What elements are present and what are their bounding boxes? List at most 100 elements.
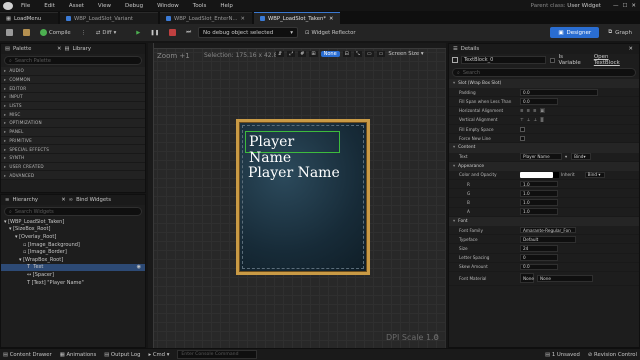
load-slot-widget-preview[interactable]: Player Name Player Name: [236, 119, 370, 275]
console-command-input[interactable]: Enter Console Command: [177, 350, 258, 359]
tree-item[interactable]: ▾ [Overlay_Root]: [1, 233, 145, 241]
tab-loadslot-entername[interactable]: WBP_LoadSlot_EnterN... ✕: [160, 12, 252, 24]
collapse-arrow-icon[interactable]: ▾: [9, 226, 12, 232]
details-title[interactable]: Details: [461, 46, 479, 52]
details-search-input[interactable]: ⌕ Search: [452, 68, 636, 77]
align-left-icon[interactable]: ≡: [520, 108, 524, 113]
tree-item[interactable]: ↔ [Spacer]: [1, 271, 145, 279]
animations-button[interactable]: ▦ Animations: [60, 352, 96, 358]
palette-category[interactable]: LISTS: [1, 101, 145, 111]
text-field[interactable]: Player Name: [520, 153, 562, 160]
widget-name-field[interactable]: TextBlock_0: [460, 56, 547, 64]
color-bind-dropdown[interactable]: Bind ▾: [584, 171, 605, 179]
close-icon[interactable]: ✕: [629, 46, 633, 52]
eye-icon[interactable]: ◉: [137, 264, 141, 270]
zoom-to-fit-icon[interactable]: ⤢: [287, 51, 296, 57]
tab-close-icon[interactable]: ✕: [240, 16, 244, 22]
palette-category[interactable]: ADVANCED: [1, 171, 145, 180]
parent-class-value[interactable]: User Widget: [567, 3, 601, 9]
monitor-icon[interactable]: ▭: [376, 51, 386, 57]
tab-loadslot-taken[interactable]: WBP_LoadSlot_Taken* ✕: [254, 12, 340, 24]
play-button[interactable]: ▶: [133, 27, 143, 38]
resize-icon[interactable]: ⤡: [353, 51, 362, 57]
bind-widgets-tab[interactable]: Bind Widgets: [76, 197, 111, 203]
menu-edit[interactable]: Edit: [44, 3, 55, 9]
close-icon[interactable]: ✕: [57, 46, 61, 52]
tree-item[interactable]: ▫ [Image_Border]: [1, 248, 145, 256]
hierarchy-title[interactable]: Hierarchy: [12, 197, 38, 203]
palette-category[interactable]: SYNTH: [1, 153, 145, 163]
is-variable-checkbox[interactable]: [550, 57, 556, 63]
letter-spacing-field[interactable]: 0: [520, 254, 558, 261]
align-top-icon[interactable]: ⊤: [520, 117, 524, 122]
menu-asset[interactable]: Asset: [69, 3, 84, 9]
tree-item-selected[interactable]: T Text ◉: [1, 263, 145, 272]
font-material-thumbnail[interactable]: None: [520, 273, 534, 284]
snap-icon[interactable]: ⊞: [309, 51, 318, 57]
align-middle-icon[interactable]: ⊥: [527, 117, 531, 122]
save-button[interactable]: [3, 27, 16, 38]
align-center-icon[interactable]: ≡: [527, 108, 531, 113]
close-icon[interactable]: ✕: [61, 197, 65, 203]
menu-file[interactable]: File: [21, 3, 30, 9]
open-textblock-link[interactable]: Open TextBlock: [594, 54, 636, 66]
palette-search-input[interactable]: ⌕ Search Palette: [4, 56, 142, 65]
text-bind-dropdown[interactable]: Bind ▾: [571, 153, 592, 160]
screen-size-dropdown[interactable]: Screen Size ▾: [388, 51, 423, 57]
tree-item[interactable]: T [Text] "Player Name": [1, 279, 145, 287]
designer-mode-button[interactable]: ▣ Designer: [550, 27, 600, 38]
slot-section[interactable]: Slot (Wrap Box Slot): [449, 79, 639, 89]
tab-loadslot-variant[interactable]: WBP_LoadSlot_Variant: [60, 12, 158, 24]
revision-control-button[interactable]: ⊘ Revision Control: [588, 352, 637, 358]
a-field[interactable]: 1.0: [520, 208, 558, 215]
align-fill-icon[interactable]: ≣: [539, 108, 546, 114]
graph-mode-button[interactable]: ⧉ Graph: [603, 27, 637, 38]
collapse-arrow-icon[interactable]: ▾: [19, 257, 22, 263]
palette-category[interactable]: PANEL: [1, 127, 145, 137]
minimize-icon[interactable]: —: [613, 3, 619, 9]
debug-object-dropdown[interactable]: No debug object selected ▾: [198, 27, 299, 38]
pause-button[interactable]: ❚❚: [147, 27, 162, 38]
browse-button[interactable]: [20, 27, 33, 38]
hierarchy-search-input[interactable]: ⌕ Search Widgets: [4, 207, 142, 216]
r-field[interactable]: 1.0: [520, 180, 558, 188]
palette-category[interactable]: COMMON: [1, 75, 145, 85]
unreal-logo-icon[interactable]: [3, 1, 13, 10]
close-icon[interactable]: ✕: [631, 3, 636, 9]
collapse-arrow-icon[interactable]: ▾: [15, 234, 18, 240]
color-swatch[interactable]: [520, 171, 553, 179]
tab-close-icon[interactable]: ✕: [329, 16, 333, 22]
fill-span-field[interactable]: 0.0: [520, 98, 558, 105]
g-field[interactable]: 1.0: [520, 190, 558, 197]
palette-category[interactable]: MISC: [1, 110, 145, 120]
content-drawer-button[interactable]: ▤ Content Drawer: [3, 352, 52, 358]
maximize-icon[interactable]: ☐: [622, 3, 627, 9]
diff-button[interactable]: ⇄ Diff ▾: [93, 27, 119, 38]
dpi-settings-icon[interactable]: ⚙: [433, 334, 439, 342]
force-new-line-checkbox[interactable]: [520, 135, 525, 141]
output-log-button[interactable]: ▤ Output Log: [104, 352, 140, 358]
menu-help[interactable]: Help: [220, 3, 233, 9]
menu-tools[interactable]: Tools: [193, 3, 207, 9]
grid-toggle-icon[interactable]: #: [298, 51, 307, 57]
menu-debug[interactable]: Debug: [125, 3, 143, 9]
palette-title[interactable]: Palette: [13, 46, 31, 52]
tab-loadmenu[interactable]: ▦ LoadMenu: [0, 12, 58, 24]
skip-button[interactable]: ⏭: [183, 27, 194, 38]
widget-reflector-button[interactable]: ⊡ Widget Reflector: [302, 27, 359, 38]
flip-icon[interactable]: ⇵: [276, 51, 285, 57]
cmd-dropdown[interactable]: ▸ Cmd ▾: [148, 352, 169, 358]
padding-field[interactable]: 0.0: [520, 89, 598, 96]
palette-category[interactable]: OPTIMIZATION: [1, 119, 145, 128]
skew-amount-field[interactable]: 0.0: [520, 263, 558, 271]
palette-category[interactable]: AUDIO: [1, 67, 145, 76]
lock-icon[interactable]: ⊟: [342, 51, 351, 57]
b-field[interactable]: 1.0: [520, 199, 558, 206]
text-dropdown-icon[interactable]: ▾: [565, 154, 567, 159]
palette-category[interactable]: INPUT: [1, 93, 145, 102]
align-vfill-icon[interactable]: ‖: [539, 117, 545, 123]
library-tab[interactable]: Library: [72, 46, 91, 52]
compile-options-icon[interactable]: ⋮: [78, 27, 89, 38]
font-section[interactable]: Font: [449, 216, 639, 226]
palette-category[interactable]: EDITOR: [1, 84, 145, 94]
